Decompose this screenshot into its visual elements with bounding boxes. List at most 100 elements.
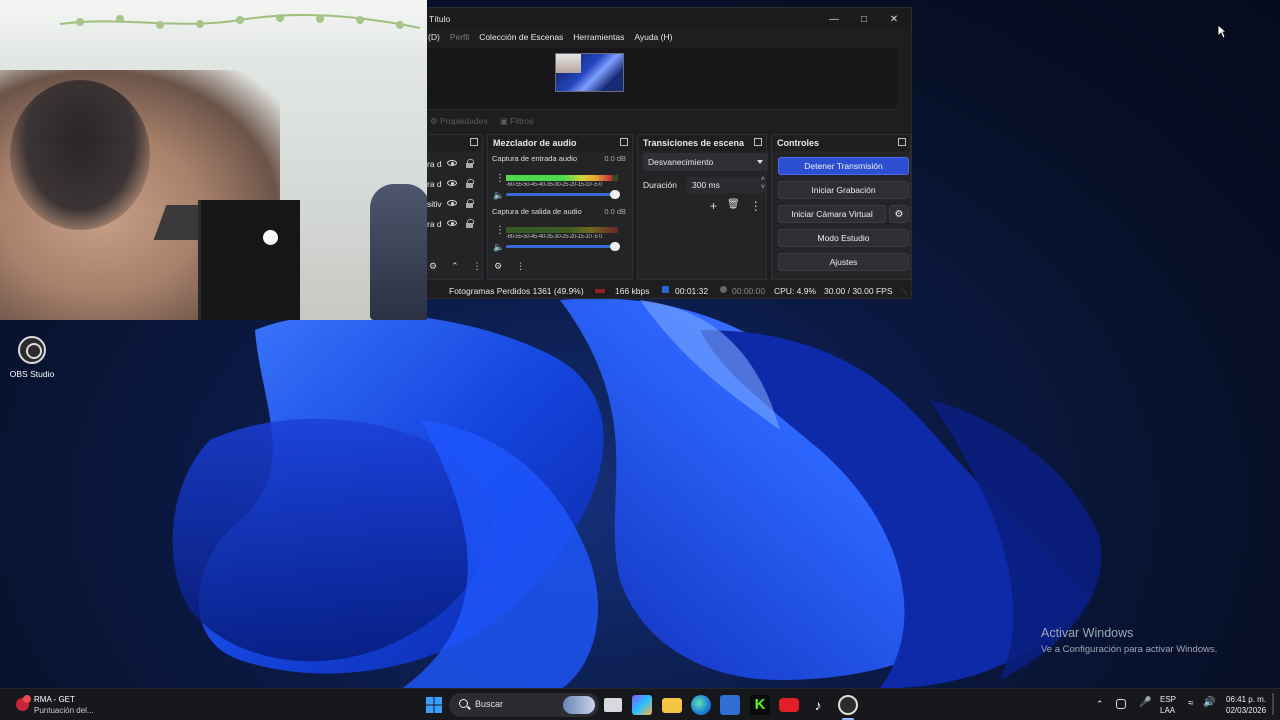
obs-preview-area[interactable] [427, 48, 897, 110]
volume-slider-knob[interactable] [610, 190, 620, 199]
scene-preview-thumbnail[interactable] [555, 53, 624, 92]
volume-icon[interactable]: 🔊 [1203, 697, 1215, 708]
tray-overflow-chevron-icon[interactable]: ⌃ [1096, 699, 1104, 710]
task-view-icon[interactable] [604, 698, 622, 712]
source-settings-icon[interactable]: ⚙ [429, 261, 437, 272]
microphone-icon[interactable]: 🎤 [1139, 697, 1151, 708]
visibility-eye-icon[interactable] [447, 200, 457, 206]
speaker-icon[interactable]: 🔈 [493, 190, 504, 201]
transition-menu-icon[interactable]: ⋮ [750, 199, 762, 213]
track-db: 0.0 dB [604, 207, 626, 216]
move-up-icon[interactable]: ⌃ [451, 261, 459, 272]
transition-select[interactable]: Desvanecimiento [643, 153, 768, 171]
youtube-icon[interactable] [779, 698, 799, 712]
close-icon[interactable]: ✕ [881, 11, 907, 27]
menu-item-scene-collection[interactable]: Colección de Escenas [479, 32, 563, 42]
start-recording-button[interactable]: Iniciar Grabación [778, 181, 909, 199]
duration-label: Duración [643, 180, 678, 190]
add-transition-icon[interactable]: + [710, 199, 717, 213]
menu-item-help[interactable]: Ayuda (H) [634, 32, 672, 42]
kick-icon[interactable]: K [750, 695, 770, 715]
language-top[interactable]: ESP [1160, 695, 1176, 704]
lock-icon[interactable] [466, 219, 474, 228]
app-badge-icon [16, 695, 31, 711]
properties-label: Propiedades [439, 115, 488, 126]
edge-icon[interactable] [691, 695, 711, 715]
trash-icon[interactable]: 🗑 [727, 199, 740, 213]
clock-time[interactable]: 06:41 p. m. [1226, 695, 1266, 704]
windows-start-icon[interactable] [424, 695, 444, 715]
file-explorer-icon[interactable] [662, 698, 682, 713]
menu-item-tools[interactable]: Herramientas [573, 32, 624, 42]
volume-slider[interactable] [506, 190, 620, 199]
duration-input[interactable]: 300 ms ˄ ˅ [687, 176, 767, 193]
controls-dock: Controles Detener Transmisión Iniciar Gr… [771, 134, 911, 280]
taskbar-search[interactable]: Buscar [449, 693, 599, 717]
more-options-icon[interactable]: ⋮ [473, 261, 482, 272]
source-label: sitiv [427, 199, 442, 209]
properties-button[interactable]: ⚙ Propiedades [430, 116, 488, 127]
filters-button[interactable]: ▣ Filtros [500, 116, 534, 127]
source-row[interactable]: ra d [427, 154, 479, 174]
lock-icon[interactable] [466, 199, 474, 208]
stop-stream-button[interactable]: Detener Transmisión [778, 157, 909, 175]
advanced-audio-icon[interactable]: ⚙ [494, 261, 502, 272]
obs-docks: ra d ra d sitiv ra d ⚙ ⌃ ⋮ Mezclador de … [427, 134, 911, 280]
controls-title-text: Controles [777, 138, 820, 148]
black-speaker-box [198, 200, 300, 320]
maximize-icon[interactable]: □ [851, 11, 877, 27]
track-menu-icon[interactable]: ⋮ [495, 173, 505, 184]
dock-popout-icon[interactable] [620, 138, 628, 146]
language-bottom[interactable]: LAA [1160, 706, 1175, 715]
meter-scale: -60-55-50-45-40-35-30-25-20-15-10 -5 0 [506, 182, 602, 188]
speaker-icon[interactable]: 🔈 [493, 242, 504, 253]
lock-icon[interactable] [466, 179, 474, 188]
track-menu-icon[interactable]: ⋮ [495, 225, 505, 236]
transitions-title-text: Transiciones de escena [643, 138, 745, 148]
clock-date[interactable]: 02/03/2026 [1226, 706, 1266, 715]
studio-mode-button[interactable]: Modo Estudio [778, 229, 909, 247]
visibility-eye-icon[interactable] [447, 180, 457, 186]
tray-app-icon[interactable] [1116, 699, 1126, 709]
source-row[interactable]: ra d [427, 214, 479, 234]
obs-titlebar[interactable]: Título — □ ✕ [427, 8, 911, 30]
cpu-usage: CPU: 4.9% [774, 286, 817, 296]
resize-grip-icon[interactable]: ⋱ [901, 288, 908, 296]
volume-slider[interactable] [506, 242, 620, 251]
dock-popout-icon[interactable] [470, 138, 478, 146]
source-row[interactable]: sitiv [427, 194, 479, 214]
obs-statusbar: Fotogramas Perdidos 1361 (49.9%) 166 kbp… [427, 283, 911, 299]
dock-popout-icon[interactable] [754, 138, 762, 146]
tiktok-icon[interactable]: ♪ [808, 695, 828, 715]
store-icon[interactable] [720, 695, 740, 715]
visibility-eye-icon[interactable] [447, 160, 457, 166]
show-desktop-button[interactable] [1272, 693, 1274, 715]
webcam-preview [0, 0, 427, 320]
widget-title: RMA - GET [34, 695, 75, 704]
source-row[interactable]: ra d [427, 174, 479, 194]
menu-item-view[interactable]: (D) [428, 32, 440, 42]
spinner-icon[interactable]: ˄ ˅ [761, 176, 765, 192]
duration-row: Duración 300 ms ˄ ˅ [643, 176, 768, 193]
lock-icon[interactable] [466, 159, 474, 168]
virtual-camera-settings-gear-icon[interactable]: ⚙ [889, 205, 909, 223]
taskbar-widget-app[interactable]: RMA - GET Puntuación del... [12, 693, 122, 717]
volume-slider-knob[interactable] [610, 242, 620, 251]
stream-time: 00:01:32 [675, 286, 709, 296]
visibility-eye-icon[interactable] [447, 220, 457, 226]
settings-button[interactable]: Ajustes [778, 253, 909, 271]
mixer-track-input: Captura de entrada audio 0.0 dB [492, 154, 626, 163]
desktop-icon-label: OBS Studio [9, 369, 55, 379]
menu-item-profile[interactable]: Perfil [450, 32, 469, 42]
wifi-icon[interactable]: ≈ [1188, 698, 1194, 709]
copilot-icon[interactable] [632, 695, 652, 715]
obs-taskbar-icon[interactable] [838, 695, 858, 715]
obs-menubar: (D) Perfil Colección de Escenas Herramie… [427, 30, 911, 44]
minimize-icon[interactable]: — [821, 11, 847, 27]
start-virtual-camera-button[interactable]: Iniciar Cámara Virtual [778, 205, 886, 223]
mixer-menu-icon[interactable]: ⋮ [516, 261, 525, 272]
dock-popout-icon[interactable] [898, 138, 906, 146]
desktop-icon-obs[interactable]: OBS Studio [8, 336, 56, 384]
bitrate: 166 kbps [615, 286, 650, 296]
network-status-icon [595, 289, 605, 293]
